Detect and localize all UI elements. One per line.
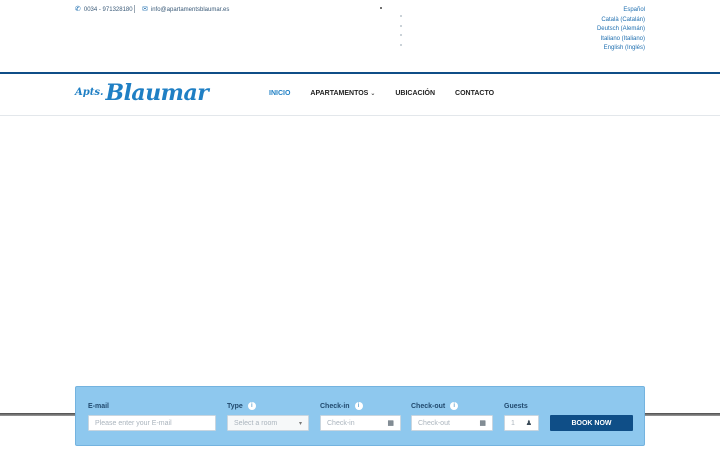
guests-input[interactable]: 1 ♟ [504, 415, 539, 431]
language-spanish[interactable]: Español [597, 6, 645, 16]
checkout-label-text: Check-out [411, 402, 446, 410]
nav-item-apartamentos[interactable]: APARTAMENTOS ⌄ [310, 90, 375, 97]
top-bar: ✆ 0034 - 971328180 ✉ info@apartamentsbla… [0, 0, 720, 72]
checkin-placeholder: Check-in [327, 419, 355, 427]
info-icon[interactable]: i [354, 402, 363, 410]
checkout-placeholder: Check-out [418, 419, 450, 427]
book-now-button[interactable]: BOOK NOW [550, 415, 633, 431]
email-address: info@apartamentsblaumar.es [150, 6, 230, 13]
guests-label-text: Guests [504, 402, 528, 410]
phone-icon: ✆ [75, 6, 81, 13]
hero-area [0, 116, 720, 414]
bullet [400, 15, 402, 17]
email-contact[interactable]: ✉ info@apartamentsblaumar.es [142, 6, 229, 13]
chevron-down-icon: ⌄ [370, 91, 376, 97]
bullet [400, 24, 402, 27]
phone-number: 0034 - 971328180 [83, 6, 133, 13]
guests-label: Guests [504, 401, 539, 411]
envelope-icon: ✉ [142, 6, 148, 13]
guests-field-group: Guests 1 ♟ [504, 401, 539, 431]
checkin-field-group: Check-in i Check-in ▦ [320, 401, 401, 431]
type-label: Type i [227, 401, 309, 411]
nav-label: UBICACIÓN [395, 90, 436, 97]
select-caret-icon: ▾ [298, 420, 302, 427]
nav-item-contacto[interactable]: CONTACTO [455, 90, 494, 97]
person-icon: ♟ [525, 420, 532, 427]
nav-item-inicio[interactable]: INICIO [269, 90, 290, 97]
room-type-select[interactable]: Select a room ▾ [227, 415, 309, 431]
contact-separator [134, 5, 135, 13]
logo-name: Blaumar [105, 80, 209, 106]
email-label: E-mail [88, 401, 216, 411]
nav-label: APARTAMENTOS [310, 90, 369, 97]
email-field-group: E-mail Please enter your E-mail [88, 401, 216, 431]
checkin-label: Check-in i [320, 401, 401, 411]
nav-label: INICIO [269, 90, 291, 97]
booking-form: E-mail Please enter your E-mail Type i Se… [75, 386, 645, 446]
nav-label: CONTACTO [455, 90, 495, 97]
language-english[interactable]: English (Inglés) [597, 44, 645, 54]
checkin-label-text: Check-in [320, 402, 350, 410]
checkout-input[interactable]: Check-out ▦ [411, 415, 493, 431]
phone-contact[interactable]: ✆ 0034 - 971328180 [75, 6, 133, 13]
page: ✆ 0034 - 971328180 ✉ info@apartamentsbla… [0, 0, 720, 450]
calendar-icon: ▦ [479, 420, 486, 427]
language-italian[interactable]: Italiano (Italiano) [597, 35, 645, 45]
nav-menu: INICIO APARTAMENTOS ⌄ UBICACIÓN CONTACTO [269, 90, 514, 97]
type-label-text: Type [227, 402, 243, 410]
guests-value: 1 [511, 419, 515, 427]
nav-item-ubicacion[interactable]: UBICACIÓN [395, 90, 435, 97]
checkin-input[interactable]: Check-in ▦ [320, 415, 401, 431]
language-catalan[interactable]: Català (Catalán) [597, 16, 645, 26]
checkout-label: Check-out i [411, 401, 493, 411]
type-placeholder: Select a room [234, 419, 278, 427]
language-list-bullet [380, 7, 382, 9]
logo-prefix: Apts. [75, 87, 104, 98]
language-sublist-bullets [400, 15, 402, 53]
bullet [400, 43, 402, 46]
checkout-field-group: Check-out i Check-out ▦ [411, 401, 493, 431]
email-placeholder: Please enter your E-mail [95, 419, 172, 427]
language-german[interactable]: Deutsch (Alemán) [597, 25, 645, 35]
email-label-text: E-mail [88, 402, 110, 410]
language-selector: Español Català (Catalán) Deutsch (Alemán… [597, 6, 645, 54]
bullet [400, 34, 402, 37]
email-input[interactable]: Please enter your E-mail [88, 415, 216, 431]
info-icon[interactable]: i [247, 402, 256, 410]
calendar-icon: ▦ [387, 420, 394, 427]
info-icon[interactable]: i [450, 402, 459, 410]
site-logo[interactable]: Apts. Blaumar [75, 80, 209, 106]
type-field-group: Type i Select a room ▾ [227, 401, 309, 431]
